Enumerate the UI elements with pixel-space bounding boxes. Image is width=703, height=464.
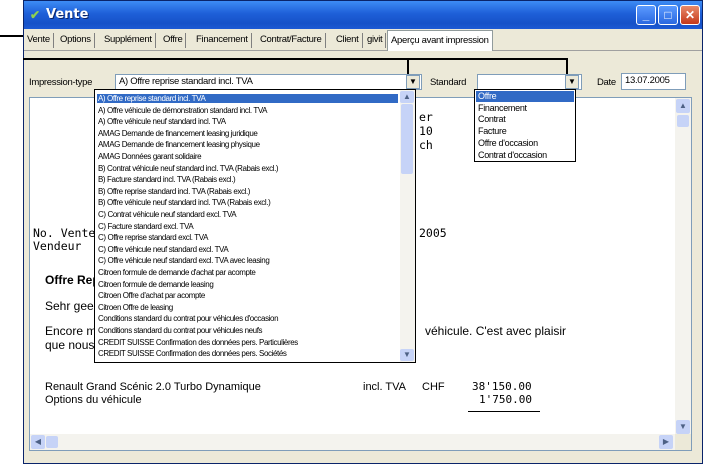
impression-type-list[interactable]: ▲ ▼ A) Offre reprise standard incl. TVA A…	[94, 89, 416, 363]
tab-options[interactable]: Options	[57, 33, 95, 48]
scroll-down-arrow[interactable]: ▼	[676, 420, 690, 434]
minimize-icon: _	[642, 8, 650, 22]
impression-type-option[interactable]: C) Offre véhicule neuf standard excl. TV…	[97, 256, 398, 265]
date-label: Date	[597, 77, 616, 88]
list-scrollbar[interactable]: ▲ ▼	[400, 90, 415, 362]
standard-label: Standard	[430, 77, 467, 88]
standard-option[interactable]: Offre	[476, 91, 574, 102]
standard-list[interactable]: Offre Financement Contrat Facture Offre d'oc…	[474, 89, 576, 162]
impression-type-option[interactable]: AMAG Demande de financement leasing phys…	[97, 140, 398, 149]
tva-label: incl. TVA	[363, 381, 406, 393]
callout-line	[23, 58, 568, 60]
impression-type-option[interactable]: B) Contrat véhicule neuf standard incl. …	[97, 164, 398, 173]
impression-type-option[interactable]: Citroen Offre d'achat par acompte	[97, 291, 398, 300]
car-icon: ✔	[30, 8, 41, 22]
vertical-scrollbar[interactable]: ▲ ▼	[675, 98, 691, 436]
scroll-up-arrow[interactable]: ▲	[676, 99, 690, 113]
standard-option[interactable]: Contrat	[476, 114, 574, 125]
impression-type-option[interactable]: Conditions standard du contrat pour véhi…	[97, 326, 398, 335]
tab-supplement[interactable]: Supplément	[101, 33, 156, 48]
impression-type-select[interactable]: A) Offre reprise standard incl. TVA	[115, 74, 422, 90]
preview-text: 10	[419, 124, 433, 138]
tab-vente[interactable]: Vente	[24, 33, 54, 48]
standard-option[interactable]: Facture	[476, 126, 574, 137]
vendeur-label: Vendeur	[33, 239, 82, 253]
resize-grip[interactable]	[675, 434, 691, 450]
standard-option[interactable]: Financement	[476, 103, 574, 114]
impression-type-option[interactable]: AMAG Données garant solidaire	[97, 152, 398, 161]
preview-text: ch	[419, 138, 433, 152]
impression-type-option[interactable]: Citroen formule de demande leasing	[97, 280, 398, 289]
impression-type-dropdown-button[interactable]: ▼	[406, 75, 420, 89]
total-divider	[468, 411, 540, 412]
impression-type-option[interactable]: A) Offre reprise standard incl. TVA	[97, 94, 398, 103]
maximize-icon: □	[664, 8, 672, 22]
preview-text: er	[419, 110, 433, 124]
callout-line	[0, 35, 23, 37]
impression-type-option[interactable]: Citroen formule de demande d'achat par a…	[97, 268, 398, 277]
impression-type-option[interactable]: C) Facture standard excl. TVA	[97, 222, 398, 231]
vehicle-name: Renault Grand Scénic 2.0 Turbo Dynamique	[45, 381, 261, 393]
currency-label: CHF	[422, 381, 445, 393]
window-title: Vente	[46, 7, 89, 22]
impression-type-option[interactable]: Citroen Offre de leasing	[97, 303, 398, 312]
impression-type-option[interactable]: B) Offre reprise standard incl. TVA (Rab…	[97, 187, 398, 196]
scroll-left-arrow[interactable]: ◀	[31, 435, 45, 449]
options-label: Options du véhicule	[45, 394, 142, 406]
title-bar[interactable]: ✔ Vente _ □ ✕	[24, 1, 702, 29]
impression-type-option[interactable]: C) Offre reprise standard excl. TVA	[97, 233, 398, 242]
tab-contrat-facture[interactable]: Contrat/Facture	[257, 33, 326, 48]
preview-year: 2005	[419, 226, 447, 240]
no-vente-label: No. Vente	[33, 226, 96, 240]
horizontal-scrollbar[interactable]: ◀ ▶	[30, 434, 675, 450]
list-scroll-thumb[interactable]	[401, 104, 413, 174]
tab-financement[interactable]: Financement	[193, 33, 252, 48]
scroll-thumb[interactable]	[677, 115, 689, 127]
impression-type-option[interactable]: B) Facture standard incl. TVA (Rabais ex…	[97, 175, 398, 184]
scroll-right-arrow[interactable]: ▶	[659, 435, 673, 449]
impression-type-option[interactable]: B) Offre véhicule neuf standard incl. TV…	[97, 198, 398, 207]
tab-bar: Vente Options Supplément Offre Financeme…	[24, 30, 702, 51]
options-price: 1'750.00	[479, 393, 532, 406]
chevron-down-icon: ▼	[409, 77, 417, 86]
list-scroll-down-arrow[interactable]: ▼	[400, 349, 414, 361]
callout-line	[566, 58, 568, 74]
tab-client[interactable]: Client	[333, 33, 363, 48]
close-button[interactable]: ✕	[680, 5, 700, 25]
impression-type-option[interactable]: A) Offre véhicule de démonstration stand…	[97, 106, 398, 115]
vehicle-price: 38'150.00	[472, 380, 532, 393]
h-scroll-thumb[interactable]	[46, 436, 58, 448]
impression-type-option[interactable]: AMAG Demande de financement leasing juri…	[97, 129, 398, 138]
tab-apercu[interactable]: Aperçu avant impression	[387, 30, 493, 51]
standard-option[interactable]: Offre d'occasion	[476, 138, 574, 149]
tab-givit[interactable]: givit	[364, 33, 387, 48]
minimize-button[interactable]: _	[636, 5, 656, 25]
impression-type-option[interactable]: CREDIT SUISSE Confirmation des données p…	[97, 349, 398, 358]
impression-type-option[interactable]: C) Offre véhicule neuf standard excl. TV…	[97, 245, 398, 254]
standard-option[interactable]: Contrat d'occasion	[476, 150, 574, 161]
callout-line	[407, 58, 409, 74]
tab-offre[interactable]: Offre	[160, 33, 187, 48]
impression-type-option[interactable]: CREDIT SUISSE Confirmation des données p…	[97, 338, 398, 347]
impression-type-option[interactable]: A) Offre véhicule neuf standard incl. TV…	[97, 117, 398, 126]
impression-type-label: Impression-type	[29, 77, 93, 88]
encore-tail-text: véhicule. C'est avec plaisir	[425, 324, 567, 338]
list-scroll-up-arrow[interactable]: ▲	[400, 91, 414, 103]
chevron-down-icon: ▼	[568, 77, 576, 86]
impression-type-option[interactable]: C) Contrat véhicule neuf standard excl. …	[97, 210, 398, 219]
maximize-button[interactable]: □	[658, 5, 678, 25]
close-icon: ✕	[684, 8, 696, 22]
impression-type-option[interactable]: Conditions standard du contrat pour véhi…	[97, 314, 398, 323]
date-field[interactable]: 13.07.2005	[621, 73, 686, 90]
standard-dropdown-button[interactable]: ▼	[565, 75, 579, 89]
